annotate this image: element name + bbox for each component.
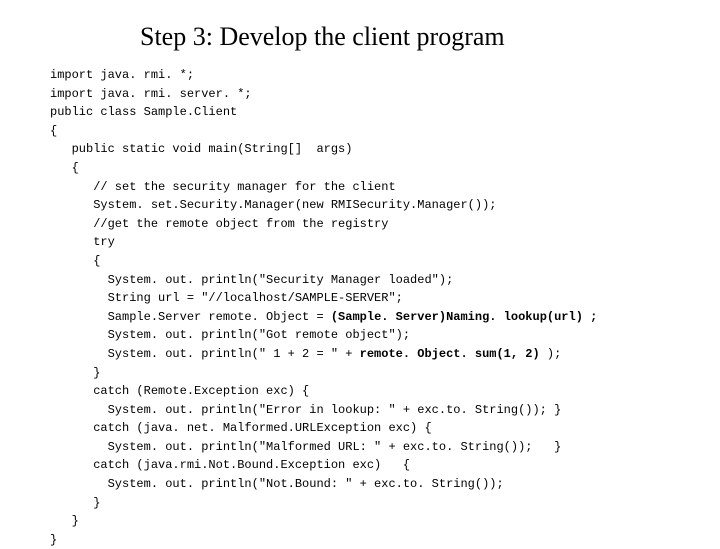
slide: Step 3: Develop the client program impor… [0, 0, 720, 540]
code-line: //get the remote object from the registr… [50, 217, 388, 231]
code-line: String url = "//localhost/SAMPLE-SERVER"… [50, 291, 403, 305]
code-bold: (Sample. Server)Naming. lookup(url) ; [331, 310, 597, 324]
code-line: System. set.Security.Manager(new RMISecu… [50, 198, 496, 212]
code-line: } [50, 496, 100, 510]
code-bold: remote. Object. sum(1, 2) [360, 347, 547, 361]
code-line: import java. rmi. server. *; [50, 87, 252, 101]
code-line: catch (java.rmi.Not.Bound.Exception exc)… [50, 458, 410, 472]
code-line: System. out. println("Security Manager l… [50, 273, 453, 287]
code-line: // set the security manager for the clie… [50, 180, 396, 194]
code-line: public class Sample.Client [50, 105, 237, 119]
code-line: } [50, 366, 100, 380]
code-line: try [50, 235, 115, 249]
code-line: System. out. println("Got remote object"… [50, 328, 410, 342]
code-line: } [50, 514, 79, 528]
code-line: System. out. println("Not.Bound: " + exc… [50, 477, 504, 491]
code-line: { [50, 124, 57, 138]
code-line: catch (Remote.Exception exc) { [50, 384, 309, 398]
code-line: System. out. println("Malformed URL: " +… [50, 440, 561, 454]
code-block: import java. rmi. *; import java. rmi. s… [50, 66, 680, 549]
code-line: System. out. println("Error in lookup: "… [50, 403, 561, 417]
code-line: System. out. println(" 1 + 2 = " + [50, 347, 360, 361]
code-line: Sample.Server remote. Object = [50, 310, 331, 324]
slide-title: Step 3: Develop the client program [140, 22, 680, 52]
code-line: catch (java. net. Malformed.URLException… [50, 421, 432, 435]
code-line: { [50, 254, 100, 268]
code-line: import java. rmi. *; [50, 68, 194, 82]
code-line: public static void main(String[] args) [50, 142, 352, 156]
code-line: { [50, 161, 79, 175]
code-line: ); [547, 347, 561, 361]
